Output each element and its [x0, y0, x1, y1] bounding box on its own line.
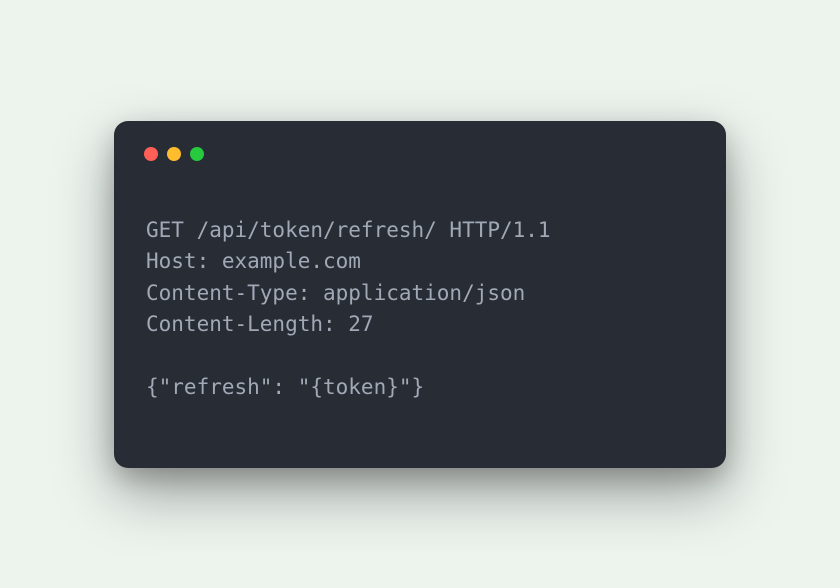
http-content-length-header: Content-Length: 27 [146, 312, 374, 336]
zoom-icon[interactable] [190, 147, 204, 161]
http-request-line: GET /api/token/refresh/ HTTP/1.1 [146, 218, 551, 242]
http-body: {"refresh": "{token}"} [146, 375, 424, 399]
window-titlebar [144, 147, 694, 161]
http-content-type-header: Content-Type: application/json [146, 281, 525, 305]
code-block: GET /api/token/refresh/ HTTP/1.1 Host: e… [146, 215, 694, 404]
terminal-window: GET /api/token/refresh/ HTTP/1.1 Host: e… [114, 121, 726, 468]
minimize-icon[interactable] [167, 147, 181, 161]
close-icon[interactable] [144, 147, 158, 161]
http-host-header: Host: example.com [146, 249, 361, 273]
